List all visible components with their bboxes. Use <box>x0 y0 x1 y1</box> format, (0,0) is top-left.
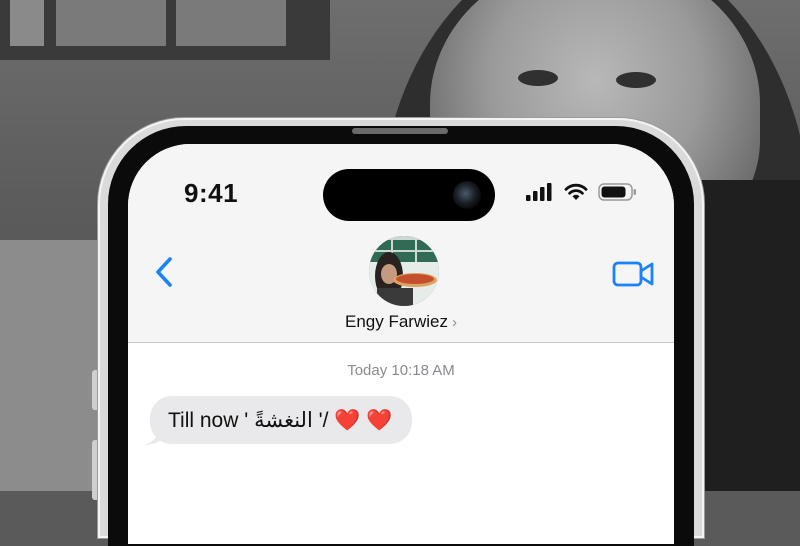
avatar-photo <box>369 236 439 306</box>
incoming-message-bubble[interactable]: Till now ' النغشةً '/ ❤️ ❤️ <box>150 396 413 444</box>
status-time: 9:41 <box>184 178 239 208</box>
front-camera-icon <box>453 181 481 209</box>
dynamic-island <box>323 169 495 221</box>
phone-bezel: 9:41 Engy Farwiez › Today 10:18 AM Till … <box>108 126 694 546</box>
phone-frame: 9:41 Engy Farwiez › Today 10:18 AM Till … <box>98 118 704 546</box>
wifi-icon <box>564 183 588 200</box>
facetime-video-button[interactable] <box>612 258 656 290</box>
back-button[interactable] <box>150 254 180 290</box>
cellular-signal-icon <box>526 183 552 201</box>
conversation-header: 9:41 Engy Farwiez › <box>128 144 674 343</box>
chevron-right-icon: › <box>451 314 457 331</box>
contact-name: Engy Farwiez <box>345 312 448 331</box>
message-timestamp: Today 10:18 AM <box>347 362 455 379</box>
battery-icon <box>598 183 636 201</box>
contact-name-row[interactable]: Engy Farwiez › <box>128 312 674 332</box>
messages-screen: 9:41 Engy Farwiez › Today 10:18 AM Till … <box>128 144 674 544</box>
message-text: Till now ' النغشةً '/ ❤️ ❤️ <box>168 408 393 432</box>
phone-speaker <box>352 128 448 134</box>
chevron-left-icon <box>156 257 172 287</box>
contact-avatar[interactable] <box>369 236 439 306</box>
status-icons <box>526 180 638 204</box>
video-camera-icon <box>612 261 654 287</box>
